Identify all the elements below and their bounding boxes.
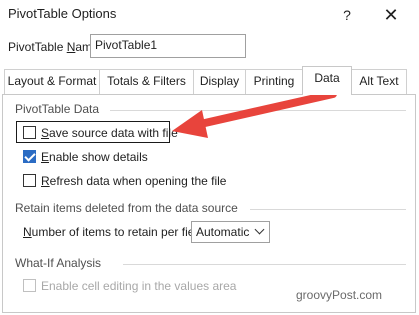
tab-data[interactable]: Data	[302, 66, 352, 95]
watermark: groovyPost.com	[296, 288, 383, 302]
arrow-annotation-icon	[172, 90, 337, 138]
